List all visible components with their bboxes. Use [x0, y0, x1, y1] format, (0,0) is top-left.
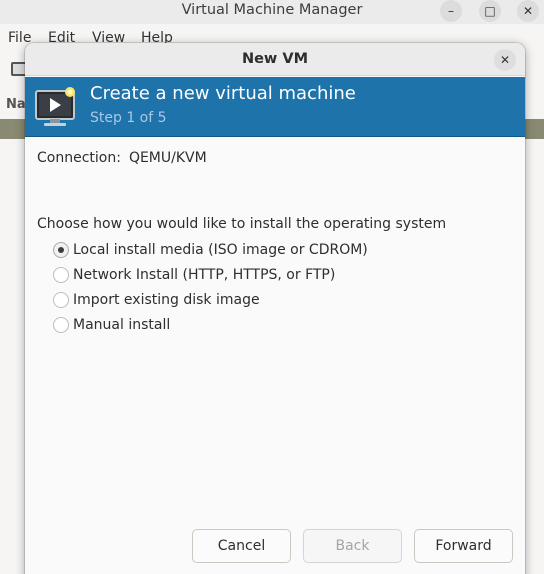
- new-vm-dialog: New VM ✕ Create a new virtual machine St…: [25, 43, 525, 574]
- radio-local-install[interactable]: Local install media (ISO image or CDROM): [53, 240, 368, 260]
- install-prompt: Choose how you would like to install the…: [37, 216, 447, 232]
- main-titlebar: Virtual Machine Manager – □ ✕: [0, 0, 544, 24]
- radio-label[interactable]: Import existing disk image: [73, 292, 260, 308]
- wizard-title: Create a new virtual machine: [90, 83, 356, 104]
- radio-button[interactable]: [53, 267, 69, 283]
- radio-import-disk[interactable]: Import existing disk image: [53, 290, 260, 310]
- radio-button[interactable]: [53, 292, 69, 308]
- forward-button[interactable]: Forward: [414, 529, 513, 563]
- dialog-title: New VM: [241, 51, 309, 67]
- main-window-title: Virtual Machine Manager: [181, 2, 363, 18]
- wizard-header: Create a new virtual machine Step 1 of 5: [25, 77, 525, 137]
- radio-label[interactable]: Network Install (HTTP, HTTPS, or FTP): [73, 267, 335, 283]
- dialog-close-icon[interactable]: ✕: [494, 49, 516, 71]
- radio-button-checked[interactable]: [53, 242, 69, 258]
- radio-label[interactable]: Manual install: [73, 317, 170, 333]
- back-button[interactable]: Back: [303, 529, 402, 563]
- radio-network-install[interactable]: Network Install (HTTP, HTTPS, or FTP): [53, 265, 335, 285]
- wizard-step: Step 1 of 5: [90, 110, 167, 126]
- connection-row: Connection: QEMU/KVM: [37, 150, 207, 166]
- close-icon[interactable]: ✕: [517, 0, 539, 22]
- maximize-icon[interactable]: □: [479, 0, 501, 22]
- radio-label[interactable]: Local install media (ISO image or CDROM): [73, 242, 368, 258]
- connection-label: Connection:: [37, 150, 121, 166]
- dialog-titlebar: New VM ✕: [25, 43, 525, 76]
- cancel-button[interactable]: Cancel: [192, 529, 291, 563]
- name-column-header[interactable]: Na: [6, 97, 26, 112]
- radio-button[interactable]: [53, 317, 69, 333]
- virtual-machine-icon: [35, 87, 75, 126]
- connection-value: QEMU/KVM: [128, 150, 207, 166]
- minimize-icon[interactable]: –: [440, 0, 462, 22]
- radio-manual-install[interactable]: Manual install: [53, 315, 170, 335]
